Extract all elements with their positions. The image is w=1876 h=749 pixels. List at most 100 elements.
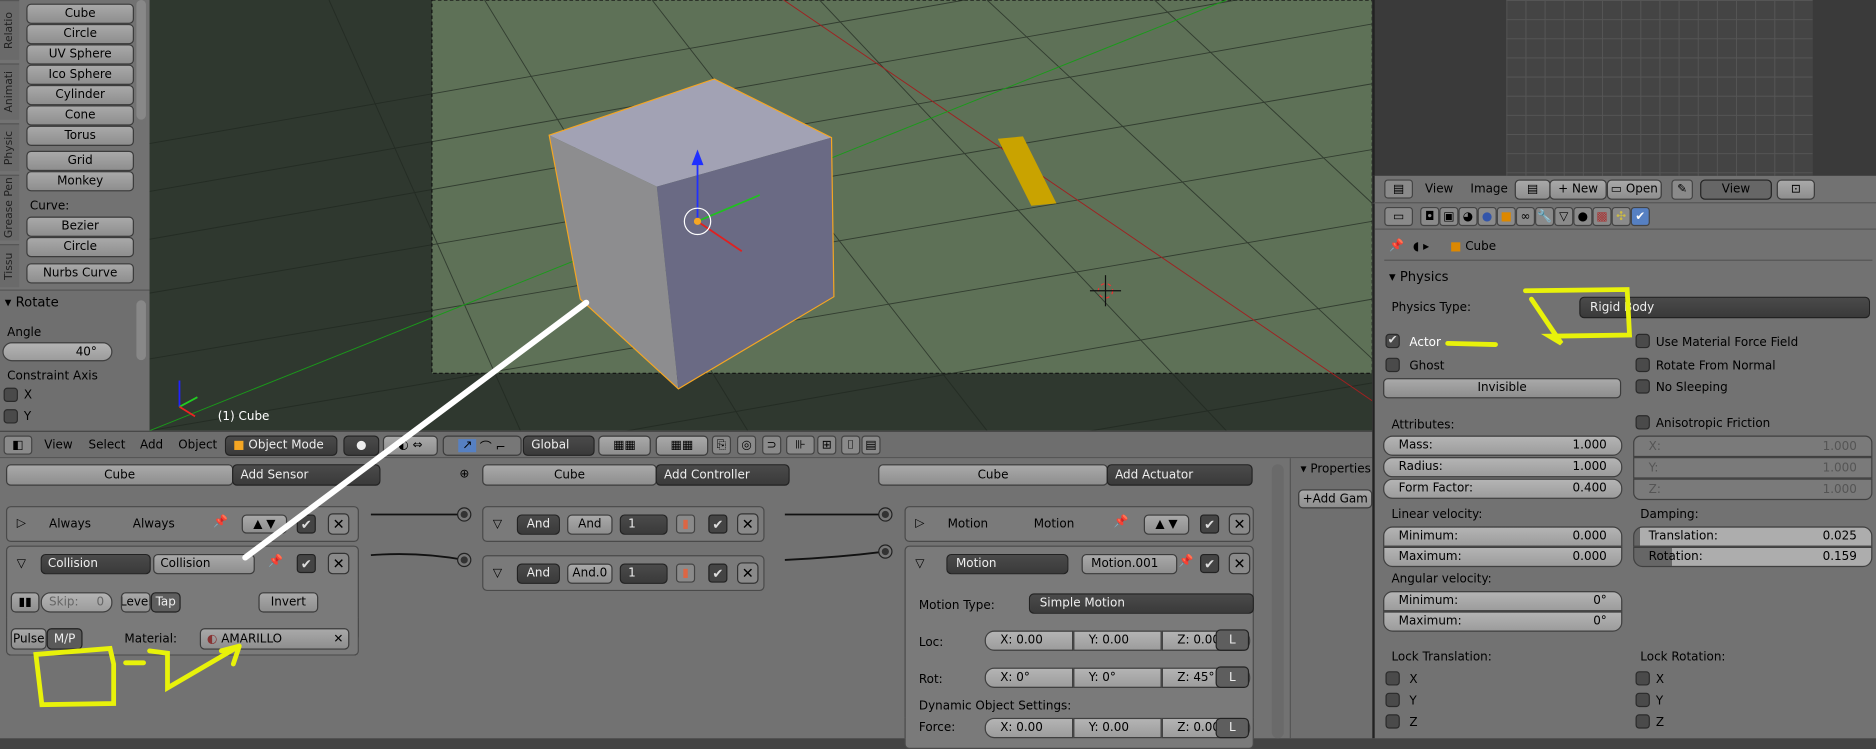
- level-button[interactable]: Level: [120, 592, 151, 613]
- collapse-icon[interactable]: ▽: [493, 567, 502, 580]
- loc-local-button[interactable]: L: [1215, 629, 1250, 651]
- pivot-dropdown[interactable]: ◐ ⇔: [382, 435, 438, 456]
- constraint-x-checkbox[interactable]: [3, 387, 18, 403]
- pulse-button[interactable]: Pulse: [10, 628, 47, 650]
- invisible-toggle[interactable]: Invisible: [1383, 378, 1622, 399]
- actuator-object-button[interactable]: Cube: [878, 464, 1108, 486]
- render-icon[interactable]: ⌷: [841, 435, 861, 455]
- pin-icon[interactable]: 📌: [213, 516, 228, 529]
- sensor-type-dropdown[interactable]: Collision: [40, 553, 151, 575]
- no-sleeping-checkbox[interactable]: [1635, 379, 1650, 394]
- linear-max-field[interactable]: Maximum: 0.000: [1383, 546, 1623, 568]
- active-checkbox[interactable]: ✔: [708, 514, 728, 534]
- physics-type-dropdown[interactable]: Rigid Body: [1579, 296, 1871, 319]
- tab-physics[interactable]: Physic: [0, 123, 20, 172]
- open-image-button[interactable]: ▭ Open: [1606, 179, 1662, 200]
- tab-tissue[interactable]: Tissu: [0, 244, 20, 288]
- remove-icon[interactable]: ✕: [1228, 513, 1251, 535]
- material-tab-icon[interactable]: ●: [1573, 206, 1593, 227]
- rot-local-button[interactable]: L: [1215, 666, 1250, 688]
- move-up-down-buttons[interactable]: ▲ ▼: [241, 514, 288, 534]
- menu-view[interactable]: View: [44, 439, 72, 452]
- add-cone-button[interactable]: Cone: [26, 105, 135, 126]
- loc-x-field[interactable]: X: 0.00: [984, 630, 1074, 651]
- logic-scrollbar[interactable]: [1271, 464, 1284, 739]
- collapse-icon[interactable]: ▽: [17, 558, 26, 571]
- ghost-checkbox[interactable]: [1385, 357, 1400, 373]
- bookmark-icon[interactable]: ▮: [675, 514, 696, 534]
- add-grid-button[interactable]: Grid: [26, 150, 135, 172]
- sensor-object-button[interactable]: Cube: [5, 464, 234, 486]
- collapse-icon[interactable]: ▽: [493, 518, 502, 531]
- manipulator-buttons[interactable]: ↗ ⌒ ⌐: [442, 435, 522, 456]
- force-x-field[interactable]: X: 0.00: [984, 717, 1074, 739]
- active-checkbox[interactable]: ✔: [1200, 553, 1220, 574]
- pin-icon[interactable]: ✎: [1671, 179, 1693, 200]
- use-material-force-field-checkbox[interactable]: [1635, 333, 1650, 349]
- lock-trans-x-checkbox[interactable]: [1385, 671, 1400, 686]
- object-tab-icon[interactable]: ■: [1496, 206, 1516, 227]
- shelf-scrollbar[interactable]: [136, 0, 146, 120]
- translate-icon[interactable]: ↗: [458, 439, 476, 453]
- mode-dropdown[interactable]: ■ Object Mode: [224, 435, 338, 456]
- lock-rot-y-checkbox[interactable]: [1635, 692, 1650, 708]
- actuator-input-socket[interactable]: [879, 545, 892, 558]
- lock-rot-x-checkbox[interactable]: [1635, 671, 1650, 686]
- form-factor-field[interactable]: Form Factor: 0.400: [1383, 478, 1623, 499]
- rot-y-field[interactable]: Y: 0°: [1073, 667, 1162, 688]
- move-up-down-buttons[interactable]: ▲ ▼: [1143, 514, 1190, 535]
- snap-element-icon[interactable]: ⊪: [786, 435, 815, 455]
- actuator-name-field[interactable]: Motion.001: [1081, 553, 1178, 575]
- controller-object-button[interactable]: Cube: [482, 464, 657, 486]
- rot-x-field[interactable]: X: 0°: [984, 667, 1074, 688]
- controller-name-field[interactable]: And.0: [567, 563, 613, 584]
- angle-field[interactable]: 40°: [2, 342, 113, 362]
- snap-icon[interactable]: ⊃: [762, 435, 782, 455]
- active-checkbox[interactable]: ✔: [296, 553, 316, 574]
- material-field[interactable]: ◐ AMARILLO ✕: [199, 628, 350, 650]
- render-layers-tab-icon[interactable]: ▣: [1439, 206, 1459, 227]
- tab-relations[interactable]: Relatio: [0, 0, 20, 60]
- world-tab-icon[interactable]: ●: [1477, 206, 1497, 227]
- menu-image[interactable]: Image: [1470, 183, 1507, 196]
- pulse-mode-buttons[interactable]: ▮▮: [10, 592, 40, 613]
- layers-2[interactable]: ▦▦: [655, 435, 709, 456]
- add-uv-sphere-button[interactable]: UV Sphere: [26, 44, 135, 65]
- editor-type-icon[interactable]: ◧: [3, 435, 33, 455]
- pin-icon[interactable]: 📌: [1389, 239, 1404, 252]
- 3d-viewport[interactable]: (1) Cube: [149, 0, 1373, 431]
- active-checkbox[interactable]: ✔: [296, 514, 316, 534]
- add-sensor-dropdown[interactable]: Add Sensor: [232, 464, 381, 486]
- radius-field[interactable]: Radius: 1.000: [1383, 457, 1623, 478]
- bookmark-icon[interactable]: ▮: [675, 563, 696, 583]
- pin-icon[interactable]: 📌: [1178, 555, 1193, 568]
- controller-type-dropdown[interactable]: And: [516, 563, 560, 584]
- remove-icon[interactable]: ✕: [327, 513, 350, 535]
- scene-tab-icon[interactable]: ◕: [1458, 206, 1478, 227]
- force-local-button[interactable]: L: [1215, 717, 1250, 739]
- proportional-edit-icon[interactable]: ◎: [737, 435, 757, 455]
- tap-button[interactable]: Tap: [150, 592, 181, 613]
- lock-trans-z-checkbox[interactable]: [1385, 714, 1400, 729]
- layers-1[interactable]: ▦▦: [598, 435, 651, 456]
- rotate-from-normal-checkbox[interactable]: [1635, 357, 1650, 373]
- add-icon[interactable]: ⊕: [459, 468, 469, 481]
- particles-tab-icon[interactable]: ✣: [1611, 206, 1631, 227]
- lock-trans-y-checkbox[interactable]: [1385, 692, 1400, 708]
- editor-type-icon[interactable]: ▭: [1384, 206, 1413, 227]
- actor-checkbox[interactable]: ✔: [1385, 333, 1400, 349]
- controller-name-field[interactable]: And: [567, 514, 613, 535]
- state-dropdown[interactable]: 1: [619, 514, 668, 535]
- image-browse-icon[interactable]: ▤: [1514, 179, 1551, 200]
- angular-min-field[interactable]: Minimum: 0°: [1383, 591, 1623, 612]
- shading-dropdown[interactable]: ●: [343, 435, 380, 456]
- menu-view[interactable]: View: [1425, 183, 1453, 196]
- expand-icon[interactable]: ▷: [17, 517, 26, 530]
- add-cylinder-button[interactable]: Cylinder: [26, 84, 135, 106]
- add-bezier-button[interactable]: Bezier: [26, 216, 135, 237]
- collapse-icon[interactable]: ▽: [915, 558, 924, 571]
- add-ico-sphere-button[interactable]: Ico Sphere: [26, 64, 135, 85]
- pin-icon[interactable]: 📌: [1114, 516, 1129, 529]
- mp-button[interactable]: M/P: [46, 628, 83, 650]
- orientation-dropdown[interactable]: Global: [522, 435, 595, 456]
